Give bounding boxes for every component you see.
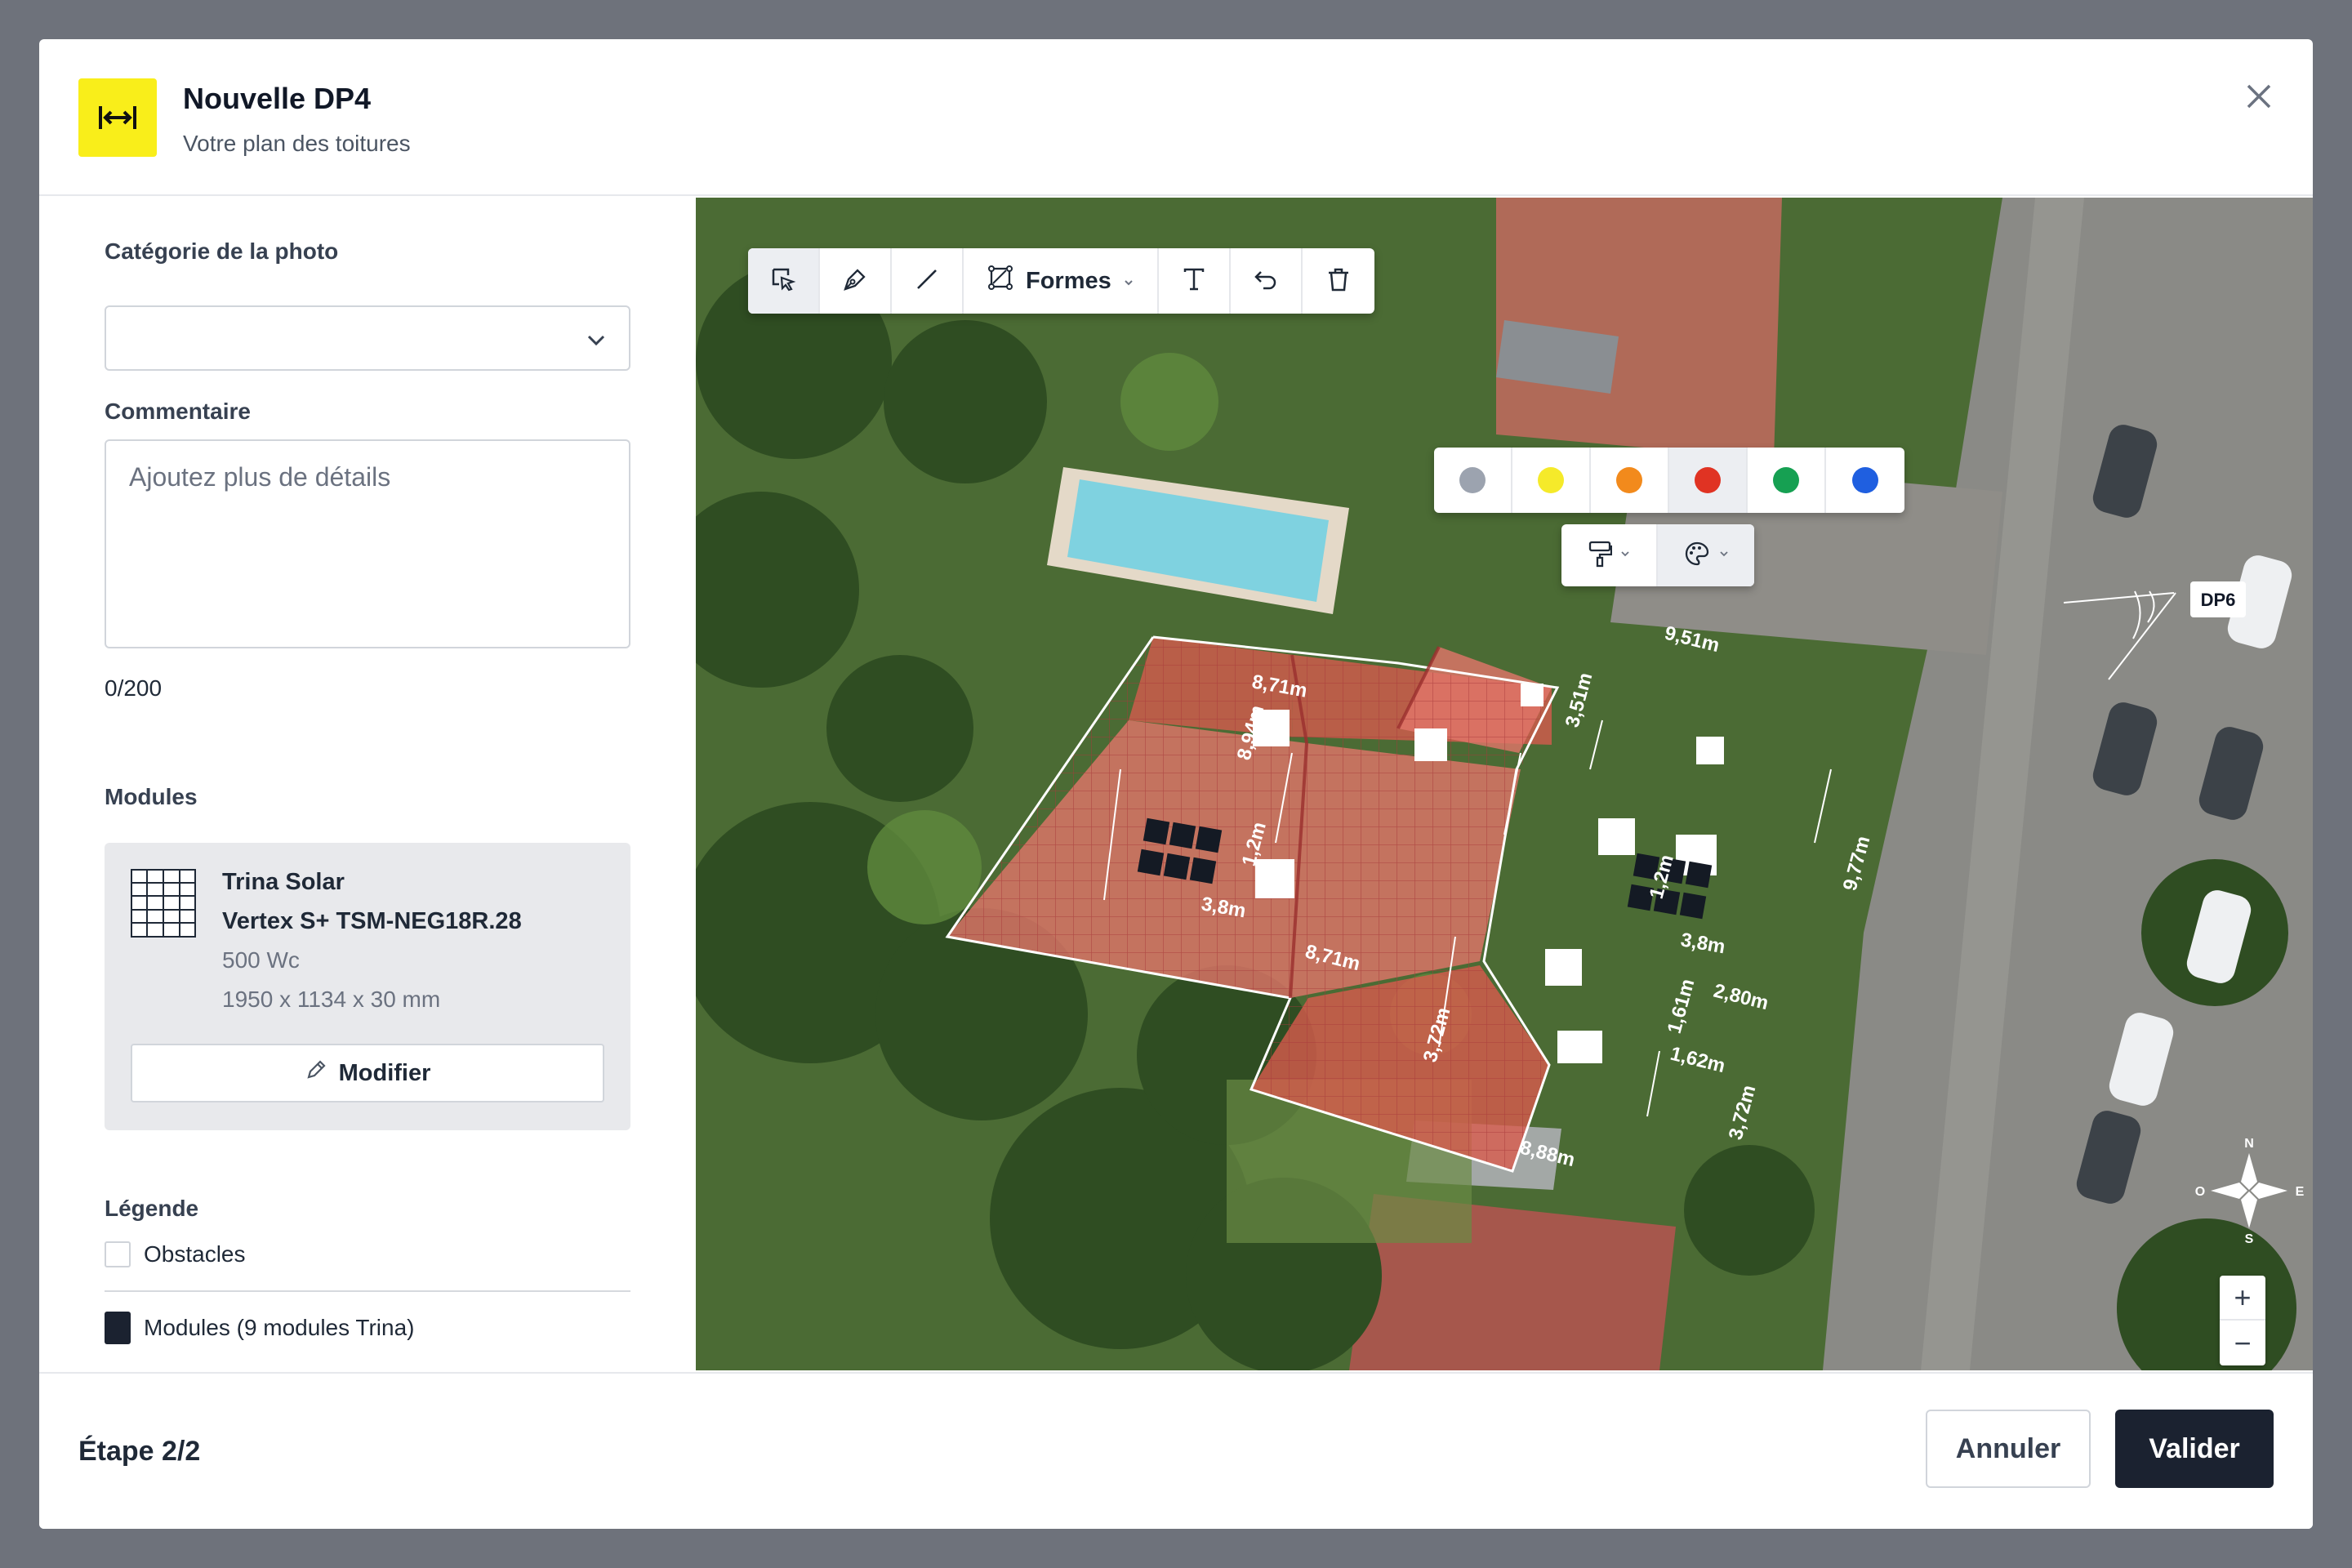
comment-textarea[interactable]: Ajoutez plus de détails	[105, 439, 630, 648]
paint-roller-button[interactable]	[1561, 524, 1658, 586]
viewpoint-label: DP6	[2201, 590, 2236, 610]
shapes-label: Formes	[1026, 267, 1111, 294]
select-icon	[769, 265, 797, 297]
modules-label: Modules	[105, 784, 198, 809]
legend-item-modules: Modules (9 modules Trina)	[105, 1312, 414, 1344]
legend-item-label: Modules (9 modules Trina)	[144, 1315, 415, 1340]
module-size: 1950 x 1134 x 30 mm	[222, 987, 441, 1012]
form-sidebar: Catégorie de la photo Commentaire Ajoute…	[39, 198, 696, 1370]
color-swatch-blue[interactable]	[1826, 448, 1904, 513]
zoom-in-button[interactable]: +	[2220, 1276, 2265, 1321]
modal-title: Nouvelle DP4	[183, 82, 372, 115]
solar-panel-icon	[131, 869, 196, 942]
text-icon	[1180, 265, 1208, 297]
pen-icon	[841, 265, 869, 297]
undo-icon	[1252, 265, 1280, 297]
chevron-down-icon	[585, 328, 608, 355]
category-select[interactable]	[105, 305, 630, 371]
zoom-out-button[interactable]: −	[2220, 1321, 2265, 1365]
modal-footer: Étape 2/2 Annuler Valider	[39, 1372, 2313, 1529]
modal-subtitle: Votre plan des toitures	[183, 131, 411, 156]
chevron-down-icon	[1620, 548, 1630, 563]
chevron-down-icon	[1123, 268, 1134, 295]
category-label: Catégorie de la photo	[105, 238, 339, 264]
close-icon[interactable]	[2239, 77, 2278, 116]
cancel-button[interactable]: Annuler	[1926, 1410, 2091, 1488]
palette-button[interactable]	[1658, 524, 1754, 586]
chevron-down-icon	[1719, 548, 1729, 563]
select-tool-button[interactable]	[748, 248, 820, 314]
pen-tool-button[interactable]	[820, 248, 892, 314]
text-tool-button[interactable]	[1159, 248, 1231, 314]
modules-swatch	[105, 1312, 131, 1344]
style-toolbar	[1561, 524, 1754, 586]
compass-west: O	[2195, 1185, 2205, 1199]
compass-north: N	[2244, 1137, 2254, 1151]
step-indicator: Étape 2/2	[78, 1436, 201, 1467]
comment-counter: 0/200	[105, 675, 163, 701]
legend-item-obstacles[interactable]: Obstacles	[105, 1241, 246, 1267]
color-swatch-orange[interactable]	[1591, 448, 1669, 513]
color-dot	[1459, 467, 1486, 493]
trash-icon	[1325, 265, 1352, 297]
color-dot	[1616, 467, 1642, 493]
legend-label: Légende	[105, 1196, 199, 1221]
color-swatch-gray[interactable]	[1434, 448, 1512, 513]
module-brand: Trina Solar	[222, 869, 345, 895]
modal-dialog: Nouvelle DP4 Votre plan des toitures Cat…	[39, 39, 2313, 1529]
color-swatch-red[interactable]	[1669, 448, 1748, 513]
color-swatch-green[interactable]	[1748, 448, 1826, 513]
roof-plan-map[interactable]: 8,71m 9,51m 8,94m 3,51m 1,2m 3,8m 1,2m 3…	[696, 198, 2313, 1370]
drawing-toolbar: Formes	[748, 248, 1374, 314]
edit-module-label: Modifier	[338, 1059, 431, 1086]
line-icon	[913, 265, 941, 297]
color-palette	[1434, 448, 1904, 513]
undo-button[interactable]	[1231, 248, 1303, 314]
module-model: Vertex S+ TSM-NEG18R.28	[222, 908, 522, 934]
modal-header: Nouvelle DP4 Votre plan des toitures	[39, 39, 2313, 196]
zoom-control: + −	[2220, 1276, 2265, 1365]
line-tool-button[interactable]	[892, 248, 964, 314]
pencil-icon	[305, 1058, 327, 1088]
legend-item-label: Obstacles	[144, 1241, 246, 1267]
dp-logo-icon	[78, 78, 157, 157]
compass-east: E	[2296, 1185, 2305, 1199]
aerial-map-canvas[interactable]: 8,71m 9,51m 8,94m 3,51m 1,2m 3,8m 1,2m 3…	[696, 198, 2313, 1370]
shapes-tool-button[interactable]: Formes	[964, 248, 1159, 314]
color-dot	[1852, 467, 1878, 493]
obstacles-checkbox[interactable]	[105, 1241, 131, 1267]
delete-button[interactable]	[1303, 248, 1374, 314]
palette-icon	[1683, 540, 1711, 572]
legend-divider	[105, 1290, 630, 1292]
color-swatch-yellow[interactable]	[1512, 448, 1591, 513]
color-dot	[1695, 467, 1721, 493]
validate-button[interactable]: Valider	[2115, 1410, 2274, 1488]
edit-module-button[interactable]: Modifier	[131, 1044, 604, 1102]
compass-south: S	[2245, 1232, 2254, 1246]
color-dot	[1538, 467, 1564, 493]
color-dot	[1773, 467, 1799, 493]
module-card: Trina Solar Vertex S+ TSM-NEG18R.28 500 …	[105, 843, 630, 1130]
shapes-icon	[987, 264, 1014, 298]
module-power: 500 Wc	[222, 947, 300, 973]
paint-roller-icon	[1588, 540, 1613, 572]
comment-label: Commentaire	[105, 399, 251, 424]
